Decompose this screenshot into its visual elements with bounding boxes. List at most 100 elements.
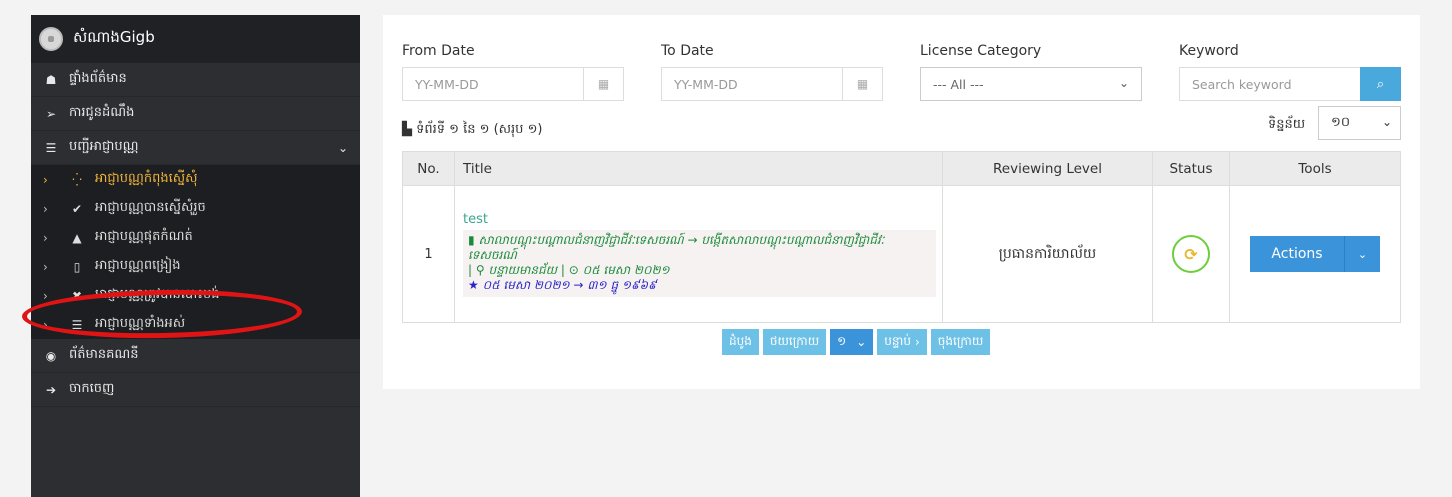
page-info-text: ទំព័រទី ១ នៃ ១ (សរុប ១) xyxy=(416,122,543,137)
submenu-item-label: អាជ្ញាបណ្ណផុតកំណត់ xyxy=(95,229,193,244)
dashboard-icon: ☗ xyxy=(45,72,57,87)
chevron-down-icon[interactable]: ⌄ xyxy=(1345,236,1380,272)
license-path: ▮ សាលាបណ្ដុះបណ្ដាលជំនាញវិជ្ជាជីវៈទេសចរណ៍… xyxy=(468,233,931,263)
sidebar-item-notifications[interactable]: ➢ ការជូនដំណឹង xyxy=(31,97,360,131)
sidebar-item-label: ចាកចេញ xyxy=(69,381,115,396)
sidebar-item-license-list[interactable]: ☰ បញ្ជីអាជ្ញាបណ្ណ ⌄ xyxy=(31,131,360,165)
page-select[interactable]: ១ ⌄ xyxy=(830,329,874,355)
from-date-label: From Date xyxy=(402,43,475,59)
chevron-down-icon: ⌄ xyxy=(337,140,348,155)
column-header: Title xyxy=(454,151,943,186)
calendar-icon[interactable]: ▦ xyxy=(842,68,882,100)
search-button[interactable]: ⌕ xyxy=(1360,67,1401,101)
keyword-placeholder: Search keyword xyxy=(1192,76,1292,92)
chevron-right-icon: › xyxy=(43,259,48,274)
search-icon: ⌕ xyxy=(1376,76,1385,92)
file-icon: ▙ xyxy=(402,122,412,137)
license-title-link[interactable]: test xyxy=(463,212,942,227)
refresh-icon: ⟳ xyxy=(1172,235,1210,273)
to-date-label: To Date xyxy=(661,43,714,59)
current-page: ១ xyxy=(837,334,847,348)
actions-dropdown[interactable]: Actions ⌄ xyxy=(1250,236,1380,272)
warning-icon: ▲ xyxy=(72,230,82,245)
license-category-label: License Category xyxy=(920,43,1042,59)
submenu-item-requested[interactable]: › ✔ អាជ្ញាបណ្ណបានស្នើសុំរួច xyxy=(31,194,360,223)
calendar-icon[interactable]: ▦ xyxy=(583,68,623,100)
user-icon: ◉ xyxy=(45,348,57,363)
table-header-row: No. Title Reviewing Level Status Tools xyxy=(402,151,1401,186)
next-label: បន្ទាប់ xyxy=(884,334,911,348)
pagination: ដំបូង ថយក្រោយ ១ ⌄ បន្ទាប់ › ចុងក្រោយ xyxy=(722,329,991,355)
next-page-button[interactable]: បន្ទាប់ › xyxy=(877,329,927,355)
license-location: | ⚲ បន្ទាយមានជ័យ | ⊙ ០៥ មេសា ២០២១ xyxy=(468,262,670,277)
license-info: ▮ សាលាបណ្ដុះបណ្ដាលជំនាញវិជ្ជាជីវៈទេសចរណ៍… xyxy=(463,229,936,297)
submenu-item-draft[interactable]: › ▯ អាជ្ញាបណ្ណពង្រៀង xyxy=(31,252,360,281)
chevron-right-icon: › xyxy=(43,230,48,245)
from-date-input[interactable]: YY-MM-DD ▦ xyxy=(402,67,624,101)
submenu-item-label: អាជ្ញាបណ្ណបានស្នើសុំរួច xyxy=(95,200,206,215)
sidebar-header: សំណាងGigb xyxy=(31,15,360,63)
date-range-text: ០៥ មេសា ២០២១ → ៣១ ធ្នូ ១៩៦៩ xyxy=(482,277,657,292)
chevron-down-icon: ⌄ xyxy=(1118,76,1129,90)
send-icon: ➢ xyxy=(45,106,57,121)
chevron-down-icon: ⌄ xyxy=(856,335,867,349)
to-date-input[interactable]: YY-MM-DD ▦ xyxy=(661,67,883,101)
column-header: Tools xyxy=(1229,151,1401,186)
page-info: ▙ ទំព័រទី ១ នៃ ១ (សរុប ១) xyxy=(402,121,542,140)
logout-icon: ➔ xyxy=(45,382,57,397)
license-path-text: សាលាបណ្ដុះបណ្ដាលជំនាញវិជ្ជាជីវៈទេសចរណ៍ →… xyxy=(468,232,885,262)
sidebar-item-label: ការជូនដំណឹង xyxy=(69,105,135,120)
tools-cell: Actions ⌄ xyxy=(1229,185,1401,323)
license-table: No. Title Reviewing Level Status Tools 1… xyxy=(402,151,1401,323)
sidebar-item-label: ព័ត៌មានគណនី xyxy=(69,347,139,362)
submenu-item-label: អាជ្ញាបណ្ណកំពុងស្នើសុំ xyxy=(95,171,198,186)
bookmark-icon: ▮ xyxy=(468,232,475,247)
status-cell: ⟳ xyxy=(1152,185,1230,323)
sidebar: សំណាងGigb ☗ ផ្ទាំងព័ត៌មាន ➢ ការជូនដំណឹង … xyxy=(31,15,360,497)
main-panel: From Date YY-MM-DD ▦ To Date YY-MM-DD ▦ … xyxy=(383,15,1420,389)
first-page-button[interactable]: ដំបូង xyxy=(722,329,759,355)
page-size-select[interactable]: ១០ ⌄ xyxy=(1318,106,1401,140)
submenu-item-requesting[interactable]: › ⁛ អាជ្ញាបណ្ណកំពុងស្នើសុំ xyxy=(31,165,360,194)
title-cell: test ▮ សាលាបណ្ដុះបណ្ដាលជំនាញវិជ្ជាជីវៈទេ… xyxy=(454,185,943,323)
license-category-select[interactable]: --- All --- ⌄ xyxy=(920,67,1142,101)
actions-button[interactable]: Actions xyxy=(1250,236,1345,272)
page-size-label: ទិន្នន័យ xyxy=(1268,117,1306,132)
sidebar-item-label: ផ្ទាំងព័ត៌មាន xyxy=(69,71,127,86)
chevron-right-icon: › xyxy=(43,201,48,216)
column-header: No. xyxy=(402,151,455,186)
license-category-value: --- All --- xyxy=(933,76,984,92)
submenu-item-expired[interactable]: › ▲ អាជ្ញាបណ្ណផុតកំណត់ xyxy=(31,223,360,252)
table-row: 1 test ▮ សាលាបណ្ដុះបណ្ដាលជំនាញវិជ្ជាជីវៈ… xyxy=(402,185,1401,323)
sidebar-item-label: បញ្ជីអាជ្ញាបណ្ណ xyxy=(69,139,139,154)
column-header: Status xyxy=(1152,151,1230,186)
last-page-button[interactable]: ចុងក្រោយ xyxy=(930,329,991,355)
spinner-icon: ⁛ xyxy=(72,172,82,187)
logo xyxy=(39,27,63,51)
location-text: បន្ទាយមានជ័យ xyxy=(488,262,558,277)
page-size-value: ១០ xyxy=(1331,114,1351,130)
check-icon: ✔ xyxy=(71,201,83,216)
list-icon: ☰ xyxy=(45,140,57,155)
clock-icon: ⊙ xyxy=(568,262,579,277)
row-number: 1 xyxy=(402,185,455,323)
to-date-placeholder: YY-MM-DD xyxy=(674,76,738,92)
sidebar-item-dashboard[interactable]: ☗ ផ្ទាំងព័ត៌មាន xyxy=(31,63,360,97)
chevron-down-icon: ⌄ xyxy=(1381,115,1392,129)
map-marker-icon: ⚲ xyxy=(475,262,485,277)
license-date-range: ★ ០៥ មេសា ២០២១ → ៣១ ធ្នូ ១៩៦៩ xyxy=(468,278,931,293)
date-text: ០៥ មេសា ២០២១ xyxy=(582,262,670,277)
reviewing-level: ប្រធានការិយាល័យ xyxy=(942,185,1153,323)
from-date-placeholder: YY-MM-DD xyxy=(415,76,479,92)
chevron-right-icon: › xyxy=(43,172,48,187)
star-icon: ★ xyxy=(468,277,479,292)
submenu-item-label: អាជ្ញាបណ្ណពង្រៀង xyxy=(95,258,181,273)
keyword-input[interactable]: Search keyword xyxy=(1179,67,1361,101)
prev-page-button[interactable]: ថយក្រោយ xyxy=(762,329,827,355)
column-header: Reviewing Level xyxy=(942,151,1153,186)
sidebar-item-account[interactable]: ◉ ព័ត៌មានគណនី xyxy=(31,339,360,373)
sidebar-item-logout[interactable]: ➔ ចាកចេញ xyxy=(31,373,360,407)
chevron-right-icon: › xyxy=(914,335,920,349)
keyword-label: Keyword xyxy=(1179,43,1239,59)
app-title: សំណាងGigb xyxy=(73,28,155,46)
